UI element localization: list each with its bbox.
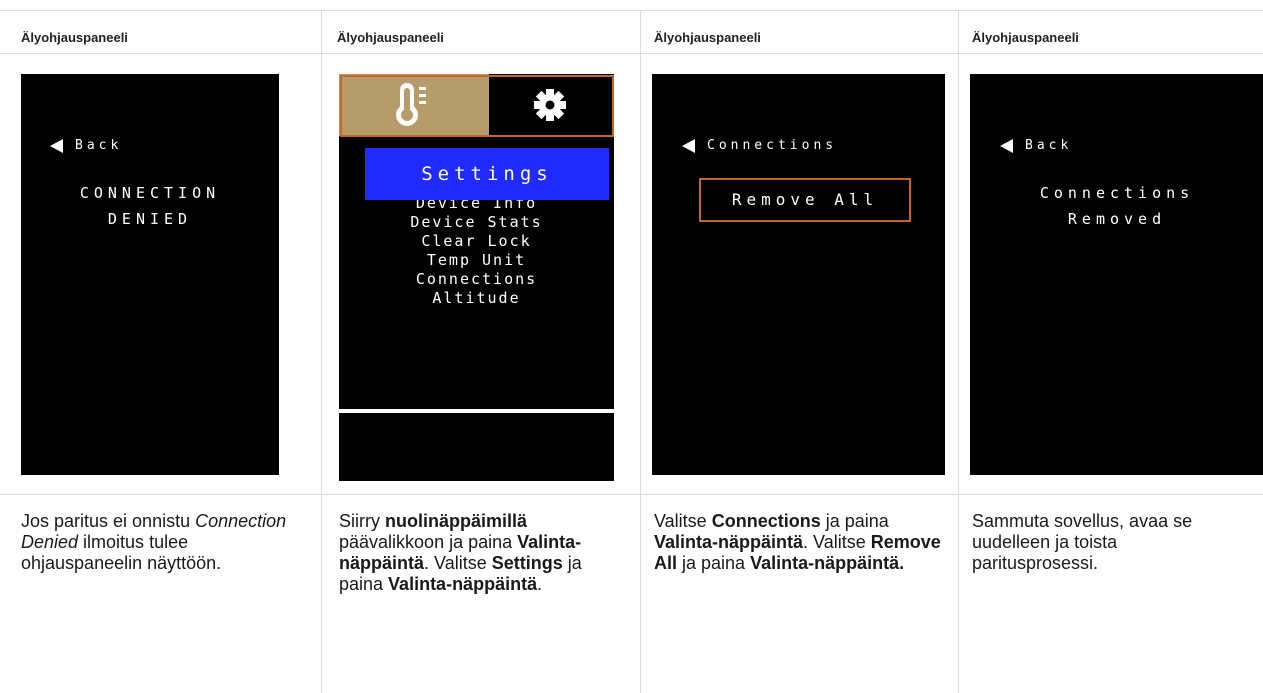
column-divider [958,10,959,693]
back-label: Connections [707,138,838,153]
back-label: Back [75,138,123,153]
emphasis-bold: Settings [491,553,563,573]
description-text: Sammuta sovellus, avaa se uudelleen ja t… [972,511,1193,573]
description-text: . [537,574,543,594]
description-text: Valitse [654,511,712,531]
emphasis-bold: Valinta-näppäintä. [750,553,905,573]
column-divider [640,10,641,693]
column-header: Älyohjauspaneeli [972,30,1079,45]
screen-message-line: Removed [1067,210,1167,228]
emphasis-bold: Valinta-näppäintä [388,574,538,594]
header-row-border [0,53,1263,54]
settings-menu-list: Device Info Device Stats Clear Lock Temp… [339,194,614,308]
emphasis-bold: Connections [711,511,821,531]
emphasis-italic: Denied [21,532,79,552]
menu-item-selected-settings[interactable]: Settings [365,148,609,200]
remove-all-button[interactable]: Remove All [699,178,911,222]
emphasis-italic: Connection [195,511,287,531]
emphasis-bold: nuolinäppäimillä [385,511,528,531]
description-text: päävalikkoon ja paina [339,532,518,552]
description-text: ja paina [677,553,751,573]
back-button[interactable]: Back [1000,138,1072,153]
description-text: ja paina [820,511,889,531]
column-header: Älyohjauspaneeli [21,30,128,45]
column-header: Älyohjauspaneeli [654,30,761,45]
mode-tabs [339,74,614,137]
back-arrow-icon [682,138,695,153]
back-button-connections[interactable]: Connections [682,138,837,153]
panel-screen-settings-menu: Device Info Device Stats Clear Lock Temp… [339,74,614,481]
image-row-border [0,494,1263,495]
menu-item[interactable]: Altitude [339,289,614,308]
step-description: Siirry nuolinäppäimillä päävalikkoon ja … [339,511,624,595]
menu-item[interactable]: Connections [339,270,614,289]
menu-item[interactable]: Clear Lock [339,232,614,251]
screen-message-line: CONNECTION [79,184,221,202]
panel-screen-connection-denied: Back CONNECTION DENIED [21,74,279,475]
step-description: Sammuta sovellus, avaa se uudelleen ja t… [972,511,1247,574]
column-divider [321,10,322,693]
back-arrow-icon [1000,138,1013,153]
emphasis-bold: Valinta-näppäintä [654,532,804,552]
screen-footer-area [339,413,614,481]
back-label: Back [1025,138,1073,153]
menu-item[interactable]: Temp Unit [339,251,614,270]
column-header: Älyohjauspaneeli [337,30,444,45]
back-arrow-icon [50,138,63,153]
description-text: . Valitse [803,532,871,552]
description-text: Siirry [339,511,385,531]
panel-screen-connections: Connections Remove All [652,74,945,475]
step-description: Valitse Connections ja paina Valinta-näp… [654,511,944,574]
tab-bar-outline [340,75,614,137]
table-top-border [0,10,1263,11]
step-description: Jos paritus ei onnistu Connection Denied … [21,511,303,574]
screen-message-line: DENIED [107,210,193,228]
description-text: . Valitse [424,553,492,573]
screen-message-line: Connections [1039,184,1195,202]
back-button[interactable]: Back [50,138,122,153]
description-text: Jos paritus ei onnistu [21,511,196,531]
panel-screen-connections-removed: Back Connections Removed [970,74,1263,475]
menu-item[interactable]: Device Stats [339,213,614,232]
